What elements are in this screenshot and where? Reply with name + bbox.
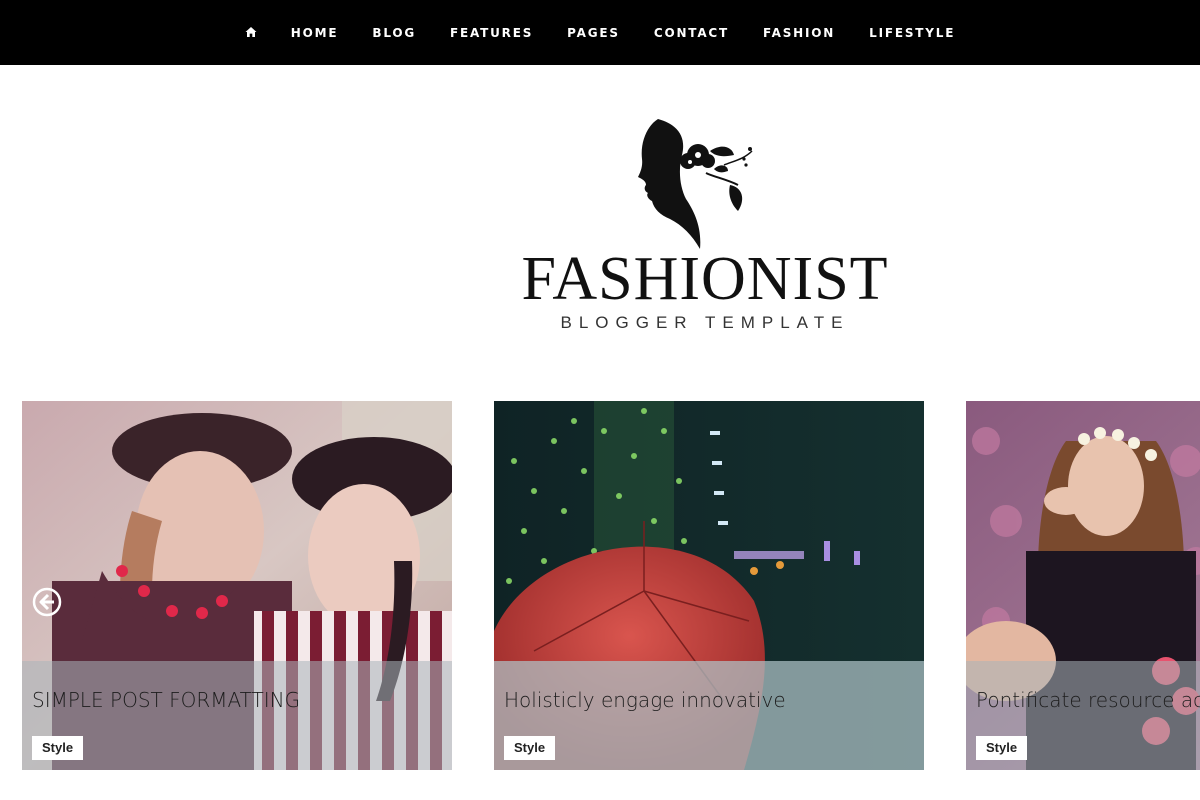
- card-title[interactable]: SIMPLE POST FORMATTING: [32, 688, 442, 712]
- nav-item-home[interactable]: HOME: [291, 24, 339, 42]
- card-tag[interactable]: Style: [32, 736, 84, 760]
- nav-item-features[interactable]: FEATURES: [450, 24, 533, 42]
- nav-item-pages[interactable]: PAGES: [567, 24, 620, 42]
- card-tag[interactable]: Style: [504, 736, 556, 760]
- nav-link-lifestyle[interactable]: LIFESTYLE: [869, 26, 955, 40]
- home-link[interactable]: [245, 26, 257, 41]
- nav-item-home-icon[interactable]: [245, 23, 257, 43]
- logo-title: FASHIONIST: [521, 245, 889, 313]
- slider-card[interactable]: Pontificate resource ac Style: [966, 401, 1200, 770]
- card-title[interactable]: Pontificate resource ac: [976, 688, 1200, 712]
- featured-slider: SIMPLE POST FORMATTING Style Holisticly …: [0, 401, 1200, 770]
- top-navigation: HOME BLOG FEATURES PAGES CONTACT FASHION…: [0, 0, 1200, 65]
- card-caption-overlay: [22, 661, 452, 770]
- nav-link-features[interactable]: FEATURES: [450, 26, 533, 40]
- home-icon[interactable]: [245, 26, 257, 38]
- slider-card[interactable]: Holisticly engage innovative Style: [494, 401, 924, 770]
- nav-item-contact[interactable]: CONTACT: [654, 24, 729, 42]
- card-caption-overlay: [494, 661, 924, 770]
- nav-link-pages[interactable]: PAGES: [567, 26, 620, 40]
- nav-link-fashion[interactable]: FASHION: [763, 26, 835, 40]
- card-title[interactable]: Holisticly engage innovative: [504, 688, 914, 712]
- slider-card[interactable]: SIMPLE POST FORMATTING Style: [22, 401, 452, 770]
- nav-link-contact[interactable]: CONTACT: [654, 26, 729, 40]
- arrow-left-circle-icon[interactable]: [32, 587, 62, 617]
- nav-menu: HOME BLOG FEATURES PAGES CONTACT FASHION…: [228, 23, 972, 43]
- nav-item-fashion[interactable]: FASHION: [763, 24, 835, 42]
- nav-item-lifestyle[interactable]: LIFESTYLE: [869, 24, 955, 42]
- woman-silhouette-flower-icon: [638, 119, 753, 249]
- nav-link-home[interactable]: HOME: [291, 26, 339, 40]
- site-logo[interactable]: FASHIONIST BLOGGER TEMPLATE: [0, 65, 1200, 401]
- nav-link-blog[interactable]: BLOG: [372, 26, 416, 40]
- nav-item-blog[interactable]: BLOG: [372, 24, 416, 42]
- logo-subtitle: BLOGGER TEMPLATE: [560, 313, 850, 332]
- card-tag[interactable]: Style: [976, 736, 1028, 760]
